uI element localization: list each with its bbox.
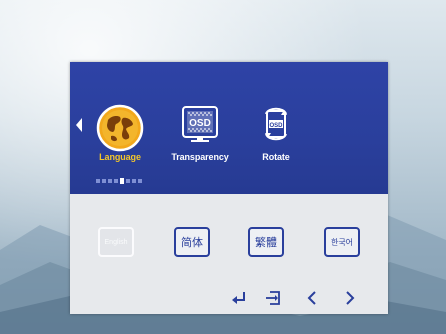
menu-item-label: Rotate bbox=[262, 152, 290, 162]
next-button[interactable] bbox=[344, 290, 356, 308]
globe-icon bbox=[96, 104, 144, 152]
menu-item-language[interactable]: Language bbox=[82, 100, 158, 166]
page-dot bbox=[132, 179, 136, 183]
page-dot bbox=[138, 179, 142, 183]
page-dot bbox=[114, 179, 118, 183]
enter-button[interactable] bbox=[230, 290, 248, 308]
exit-button[interactable] bbox=[264, 290, 282, 308]
osd-menu: Language OSD Transparency OSD Rotate Eng… bbox=[70, 62, 388, 314]
menu-item-transparency[interactable]: OSD Transparency bbox=[162, 100, 238, 166]
chevron-left-icon bbox=[307, 291, 316, 305]
language-option-traditional-chinese[interactable]: 繁體 bbox=[248, 227, 284, 257]
osd-menu-header: Language OSD Transparency OSD Rotate bbox=[70, 62, 388, 194]
previous-button[interactable] bbox=[306, 290, 318, 308]
menu-item-label: Language bbox=[99, 152, 141, 162]
page-dot bbox=[96, 179, 100, 183]
page-dot bbox=[102, 179, 106, 183]
osd-icon-text: OSD bbox=[269, 123, 283, 129]
enter-icon bbox=[232, 292, 245, 304]
osd-transparency-icon: OSD bbox=[182, 106, 218, 142]
language-option-simplified-chinese[interactable]: 简体 bbox=[174, 227, 210, 257]
exit-icon bbox=[266, 291, 280, 305]
language-option-korean[interactable]: 한국어 bbox=[324, 227, 360, 257]
osd-icon-text: OSD bbox=[189, 118, 211, 129]
language-option-english[interactable]: English bbox=[98, 227, 134, 257]
osd-rotate-icon: OSD bbox=[265, 107, 287, 141]
chevron-right-icon bbox=[346, 291, 355, 305]
page-dot bbox=[126, 179, 130, 183]
page-dot-current bbox=[120, 178, 124, 184]
menu-item-label: Transparency bbox=[171, 152, 229, 162]
menu-item-rotate[interactable]: OSD Rotate bbox=[238, 100, 314, 166]
page-dot bbox=[108, 179, 112, 183]
